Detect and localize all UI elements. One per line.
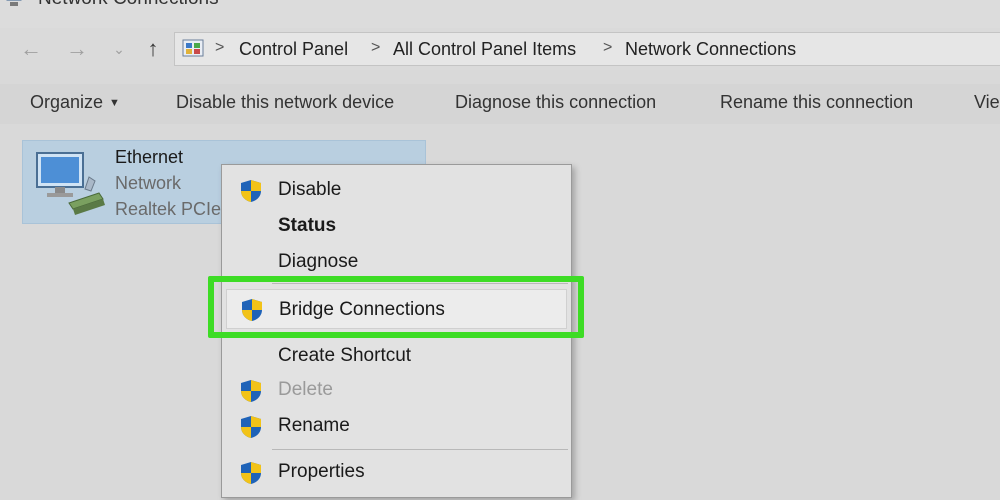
forward-button[interactable]: → — [64, 34, 90, 64]
organize-label: Organize — [30, 92, 104, 112]
breadcrumb-all-items[interactable]: All Control Panel Items — [393, 39, 576, 60]
back-button[interactable]: ← — [18, 34, 44, 64]
address-row: ← → ⌄ ↑ > Control Panel > All Control Pa… — [0, 28, 1000, 70]
menu-item-status[interactable]: Status — [222, 209, 571, 243]
recent-locations-button[interactable]: ⌄ — [106, 34, 132, 64]
breadcrumb-separator: > — [603, 39, 613, 56]
breadcrumb-separator: > — [215, 39, 225, 56]
menu-separator — [272, 449, 568, 450]
shield-icon — [241, 416, 261, 438]
menu-item-label: Properties — [278, 461, 365, 482]
connection-status: Network — [115, 173, 182, 193]
menu-item-label: Diagnose — [278, 251, 359, 272]
shield-icon — [241, 180, 261, 202]
menu-item-label: Status — [278, 215, 337, 236]
ethernet-icon — [36, 152, 105, 215]
control-panel-icon — [182, 39, 204, 57]
highlight-annotation — [208, 276, 584, 338]
menu-item-rename[interactable]: Rename — [222, 409, 571, 443]
breadcrumb-separator: > — [371, 39, 381, 56]
view-status-button[interactable]: Vie — [974, 92, 1000, 113]
breadcrumb-control-panel[interactable]: Control Panel — [239, 39, 348, 60]
shield-icon — [241, 462, 261, 484]
breadcrumb-network-connections[interactable]: Network Connections — [625, 39, 796, 60]
disable-device-button[interactable]: Disable this network device — [176, 92, 394, 113]
menu-item-delete[interactable]: Delete — [222, 373, 571, 407]
up-button[interactable]: ↑ — [140, 34, 166, 64]
address-bar[interactable]: > Control Panel > All Control Panel Item… — [174, 32, 1000, 66]
menu-item-disable[interactable]: Disable — [222, 173, 571, 207]
menu-item-diagnose[interactable]: Diagnose — [222, 245, 571, 279]
rename-connection-button[interactable]: Rename this connection — [720, 92, 913, 113]
menu-item-label: Disable — [278, 179, 342, 200]
connection-device: Realtek PCIe — [115, 199, 222, 219]
title-bar: Network Connections — [0, 0, 1000, 28]
network-connections-icon — [6, 0, 22, 6]
connection-name: Ethernet — [115, 147, 184, 167]
chevron-down-icon: ▼ — [109, 97, 120, 110]
menu-item-properties[interactable]: Properties — [222, 455, 571, 489]
menu-item-label: Rename — [278, 415, 350, 436]
menu-item-label: Delete — [278, 379, 333, 400]
window-title: Network Connections — [38, 0, 219, 10]
menu-item-create-shortcut[interactable]: Create Shortcut — [222, 339, 571, 373]
diagnose-connection-button[interactable]: Diagnose this connection — [455, 92, 656, 113]
command-bar: Organize ▼ Disable this network device Di… — [0, 84, 1000, 124]
menu-item-label: Create Shortcut — [278, 345, 412, 366]
shield-icon — [241, 380, 261, 402]
organize-button[interactable]: Organize ▼ — [30, 92, 120, 113]
